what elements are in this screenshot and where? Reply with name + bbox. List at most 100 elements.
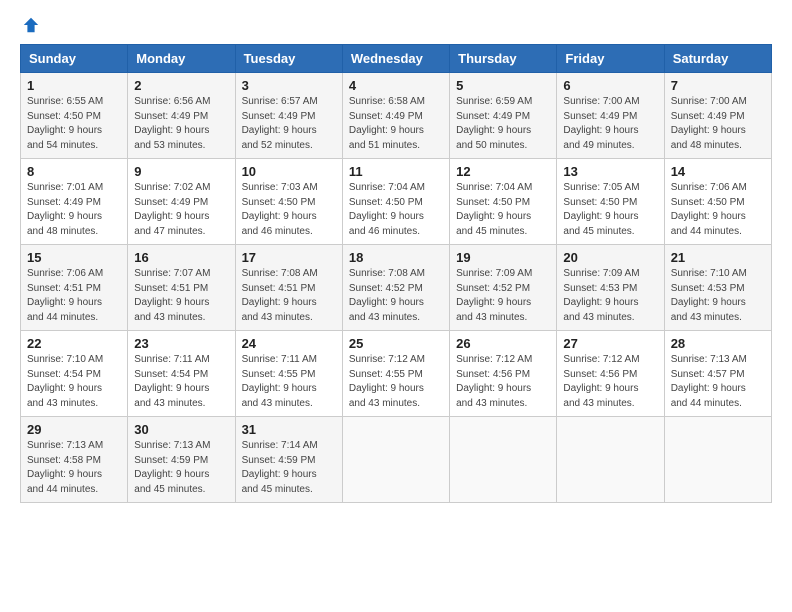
day-info: Sunrise: 7:10 AMSunset: 4:54 PMDaylight:…: [27, 354, 103, 409]
table-row: 30 Sunrise: 7:13 AMSunset: 4:59 PMDaylig…: [128, 417, 235, 503]
header-friday: Friday: [557, 45, 664, 73]
day-info: Sunrise: 7:12 AMSunset: 4:56 PMDaylight:…: [563, 354, 639, 409]
day-info: Sunrise: 7:10 AMSunset: 4:53 PMDaylight:…: [671, 268, 747, 323]
day-info: Sunrise: 7:01 AMSunset: 4:49 PMDaylight:…: [27, 182, 103, 237]
day-info: Sunrise: 7:11 AMSunset: 4:54 PMDaylight:…: [134, 354, 209, 409]
table-row: 24 Sunrise: 7:11 AMSunset: 4:55 PMDaylig…: [235, 331, 342, 417]
table-row: 17 Sunrise: 7:08 AMSunset: 4:51 PMDaylig…: [235, 245, 342, 331]
day-number: 9: [134, 164, 228, 179]
table-row: [450, 417, 557, 503]
day-number: 2: [134, 78, 228, 93]
calendar-week-row: 15 Sunrise: 7:06 AMSunset: 4:51 PMDaylig…: [21, 245, 772, 331]
day-number: 14: [671, 164, 765, 179]
calendar-table: Sunday Monday Tuesday Wednesday Thursday…: [20, 44, 772, 503]
table-row: 13 Sunrise: 7:05 AMSunset: 4:50 PMDaylig…: [557, 159, 664, 245]
day-number: 30: [134, 422, 228, 437]
day-number: 13: [563, 164, 657, 179]
table-row: 28 Sunrise: 7:13 AMSunset: 4:57 PMDaylig…: [664, 331, 771, 417]
day-number: 7: [671, 78, 765, 93]
day-info: Sunrise: 7:07 AMSunset: 4:51 PMDaylight:…: [134, 268, 210, 323]
day-number: 25: [349, 336, 443, 351]
header-monday: Monday: [128, 45, 235, 73]
day-info: Sunrise: 7:00 AMSunset: 4:49 PMDaylight:…: [563, 96, 639, 151]
table-row: 26 Sunrise: 7:12 AMSunset: 4:56 PMDaylig…: [450, 331, 557, 417]
day-number: 12: [456, 164, 550, 179]
day-number: 22: [27, 336, 121, 351]
table-row: 8 Sunrise: 7:01 AMSunset: 4:49 PMDayligh…: [21, 159, 128, 245]
header-tuesday: Tuesday: [235, 45, 342, 73]
day-info: Sunrise: 7:03 AMSunset: 4:50 PMDaylight:…: [242, 182, 318, 237]
day-info: Sunrise: 7:11 AMSunset: 4:55 PMDaylight:…: [242, 354, 317, 409]
day-number: 3: [242, 78, 336, 93]
day-number: 28: [671, 336, 765, 351]
header-thursday: Thursday: [450, 45, 557, 73]
day-number: 24: [242, 336, 336, 351]
day-info: Sunrise: 7:14 AMSunset: 4:59 PMDaylight:…: [242, 440, 318, 495]
table-row: 7 Sunrise: 7:00 AMSunset: 4:49 PMDayligh…: [664, 73, 771, 159]
day-info: Sunrise: 6:55 AMSunset: 4:50 PMDaylight:…: [27, 96, 103, 151]
table-row: 11 Sunrise: 7:04 AMSunset: 4:50 PMDaylig…: [342, 159, 449, 245]
day-info: Sunrise: 6:58 AMSunset: 4:49 PMDaylight:…: [349, 96, 425, 151]
table-row: [664, 417, 771, 503]
day-info: Sunrise: 7:09 AMSunset: 4:52 PMDaylight:…: [456, 268, 532, 323]
day-number: 29: [27, 422, 121, 437]
calendar-week-row: 22 Sunrise: 7:10 AMSunset: 4:54 PMDaylig…: [21, 331, 772, 417]
day-number: 15: [27, 250, 121, 265]
calendar-week-row: 8 Sunrise: 7:01 AMSunset: 4:49 PMDayligh…: [21, 159, 772, 245]
day-info: Sunrise: 7:12 AMSunset: 4:56 PMDaylight:…: [456, 354, 532, 409]
day-info: Sunrise: 7:06 AMSunset: 4:51 PMDaylight:…: [27, 268, 103, 323]
table-row: 4 Sunrise: 6:58 AMSunset: 4:49 PMDayligh…: [342, 73, 449, 159]
day-info: Sunrise: 7:13 AMSunset: 4:57 PMDaylight:…: [671, 354, 747, 409]
table-row: [342, 417, 449, 503]
page-header: [20, 16, 772, 34]
day-info: Sunrise: 7:04 AMSunset: 4:50 PMDaylight:…: [349, 182, 425, 237]
table-row: [557, 417, 664, 503]
table-row: 23 Sunrise: 7:11 AMSunset: 4:54 PMDaylig…: [128, 331, 235, 417]
day-info: Sunrise: 7:12 AMSunset: 4:55 PMDaylight:…: [349, 354, 425, 409]
day-number: 1: [27, 78, 121, 93]
calendar-week-row: 29 Sunrise: 7:13 AMSunset: 4:58 PMDaylig…: [21, 417, 772, 503]
table-row: 14 Sunrise: 7:06 AMSunset: 4:50 PMDaylig…: [664, 159, 771, 245]
table-row: 15 Sunrise: 7:06 AMSunset: 4:51 PMDaylig…: [21, 245, 128, 331]
day-info: Sunrise: 7:09 AMSunset: 4:53 PMDaylight:…: [563, 268, 639, 323]
day-info: Sunrise: 7:08 AMSunset: 4:52 PMDaylight:…: [349, 268, 425, 323]
day-number: 11: [349, 164, 443, 179]
calendar-week-row: 1 Sunrise: 6:55 AMSunset: 4:50 PMDayligh…: [21, 73, 772, 159]
table-row: 1 Sunrise: 6:55 AMSunset: 4:50 PMDayligh…: [21, 73, 128, 159]
table-row: 19 Sunrise: 7:09 AMSunset: 4:52 PMDaylig…: [450, 245, 557, 331]
table-row: 5 Sunrise: 6:59 AMSunset: 4:49 PMDayligh…: [450, 73, 557, 159]
day-number: 26: [456, 336, 550, 351]
day-info: Sunrise: 7:13 AMSunset: 4:58 PMDaylight:…: [27, 440, 103, 495]
day-info: Sunrise: 6:56 AMSunset: 4:49 PMDaylight:…: [134, 96, 210, 151]
day-info: Sunrise: 7:00 AMSunset: 4:49 PMDaylight:…: [671, 96, 747, 151]
table-row: 31 Sunrise: 7:14 AMSunset: 4:59 PMDaylig…: [235, 417, 342, 503]
table-row: 25 Sunrise: 7:12 AMSunset: 4:55 PMDaylig…: [342, 331, 449, 417]
table-row: 29 Sunrise: 7:13 AMSunset: 4:58 PMDaylig…: [21, 417, 128, 503]
day-number: 8: [27, 164, 121, 179]
table-row: 12 Sunrise: 7:04 AMSunset: 4:50 PMDaylig…: [450, 159, 557, 245]
table-row: 6 Sunrise: 7:00 AMSunset: 4:49 PMDayligh…: [557, 73, 664, 159]
logo: [20, 16, 40, 34]
day-number: 16: [134, 250, 228, 265]
table-row: 20 Sunrise: 7:09 AMSunset: 4:53 PMDaylig…: [557, 245, 664, 331]
table-row: 21 Sunrise: 7:10 AMSunset: 4:53 PMDaylig…: [664, 245, 771, 331]
table-row: 16 Sunrise: 7:07 AMSunset: 4:51 PMDaylig…: [128, 245, 235, 331]
header-saturday: Saturday: [664, 45, 771, 73]
calendar-header-row: Sunday Monday Tuesday Wednesday Thursday…: [21, 45, 772, 73]
table-row: 2 Sunrise: 6:56 AMSunset: 4:49 PMDayligh…: [128, 73, 235, 159]
day-info: Sunrise: 7:08 AMSunset: 4:51 PMDaylight:…: [242, 268, 318, 323]
table-row: 27 Sunrise: 7:12 AMSunset: 4:56 PMDaylig…: [557, 331, 664, 417]
day-number: 5: [456, 78, 550, 93]
day-number: 20: [563, 250, 657, 265]
day-number: 10: [242, 164, 336, 179]
day-number: 27: [563, 336, 657, 351]
table-row: 18 Sunrise: 7:08 AMSunset: 4:52 PMDaylig…: [342, 245, 449, 331]
day-number: 21: [671, 250, 765, 265]
day-number: 4: [349, 78, 443, 93]
day-number: 31: [242, 422, 336, 437]
day-info: Sunrise: 7:04 AMSunset: 4:50 PMDaylight:…: [456, 182, 532, 237]
day-number: 17: [242, 250, 336, 265]
day-info: Sunrise: 6:59 AMSunset: 4:49 PMDaylight:…: [456, 96, 532, 151]
day-info: Sunrise: 6:57 AMSunset: 4:49 PMDaylight:…: [242, 96, 318, 151]
logo-icon: [22, 16, 40, 34]
